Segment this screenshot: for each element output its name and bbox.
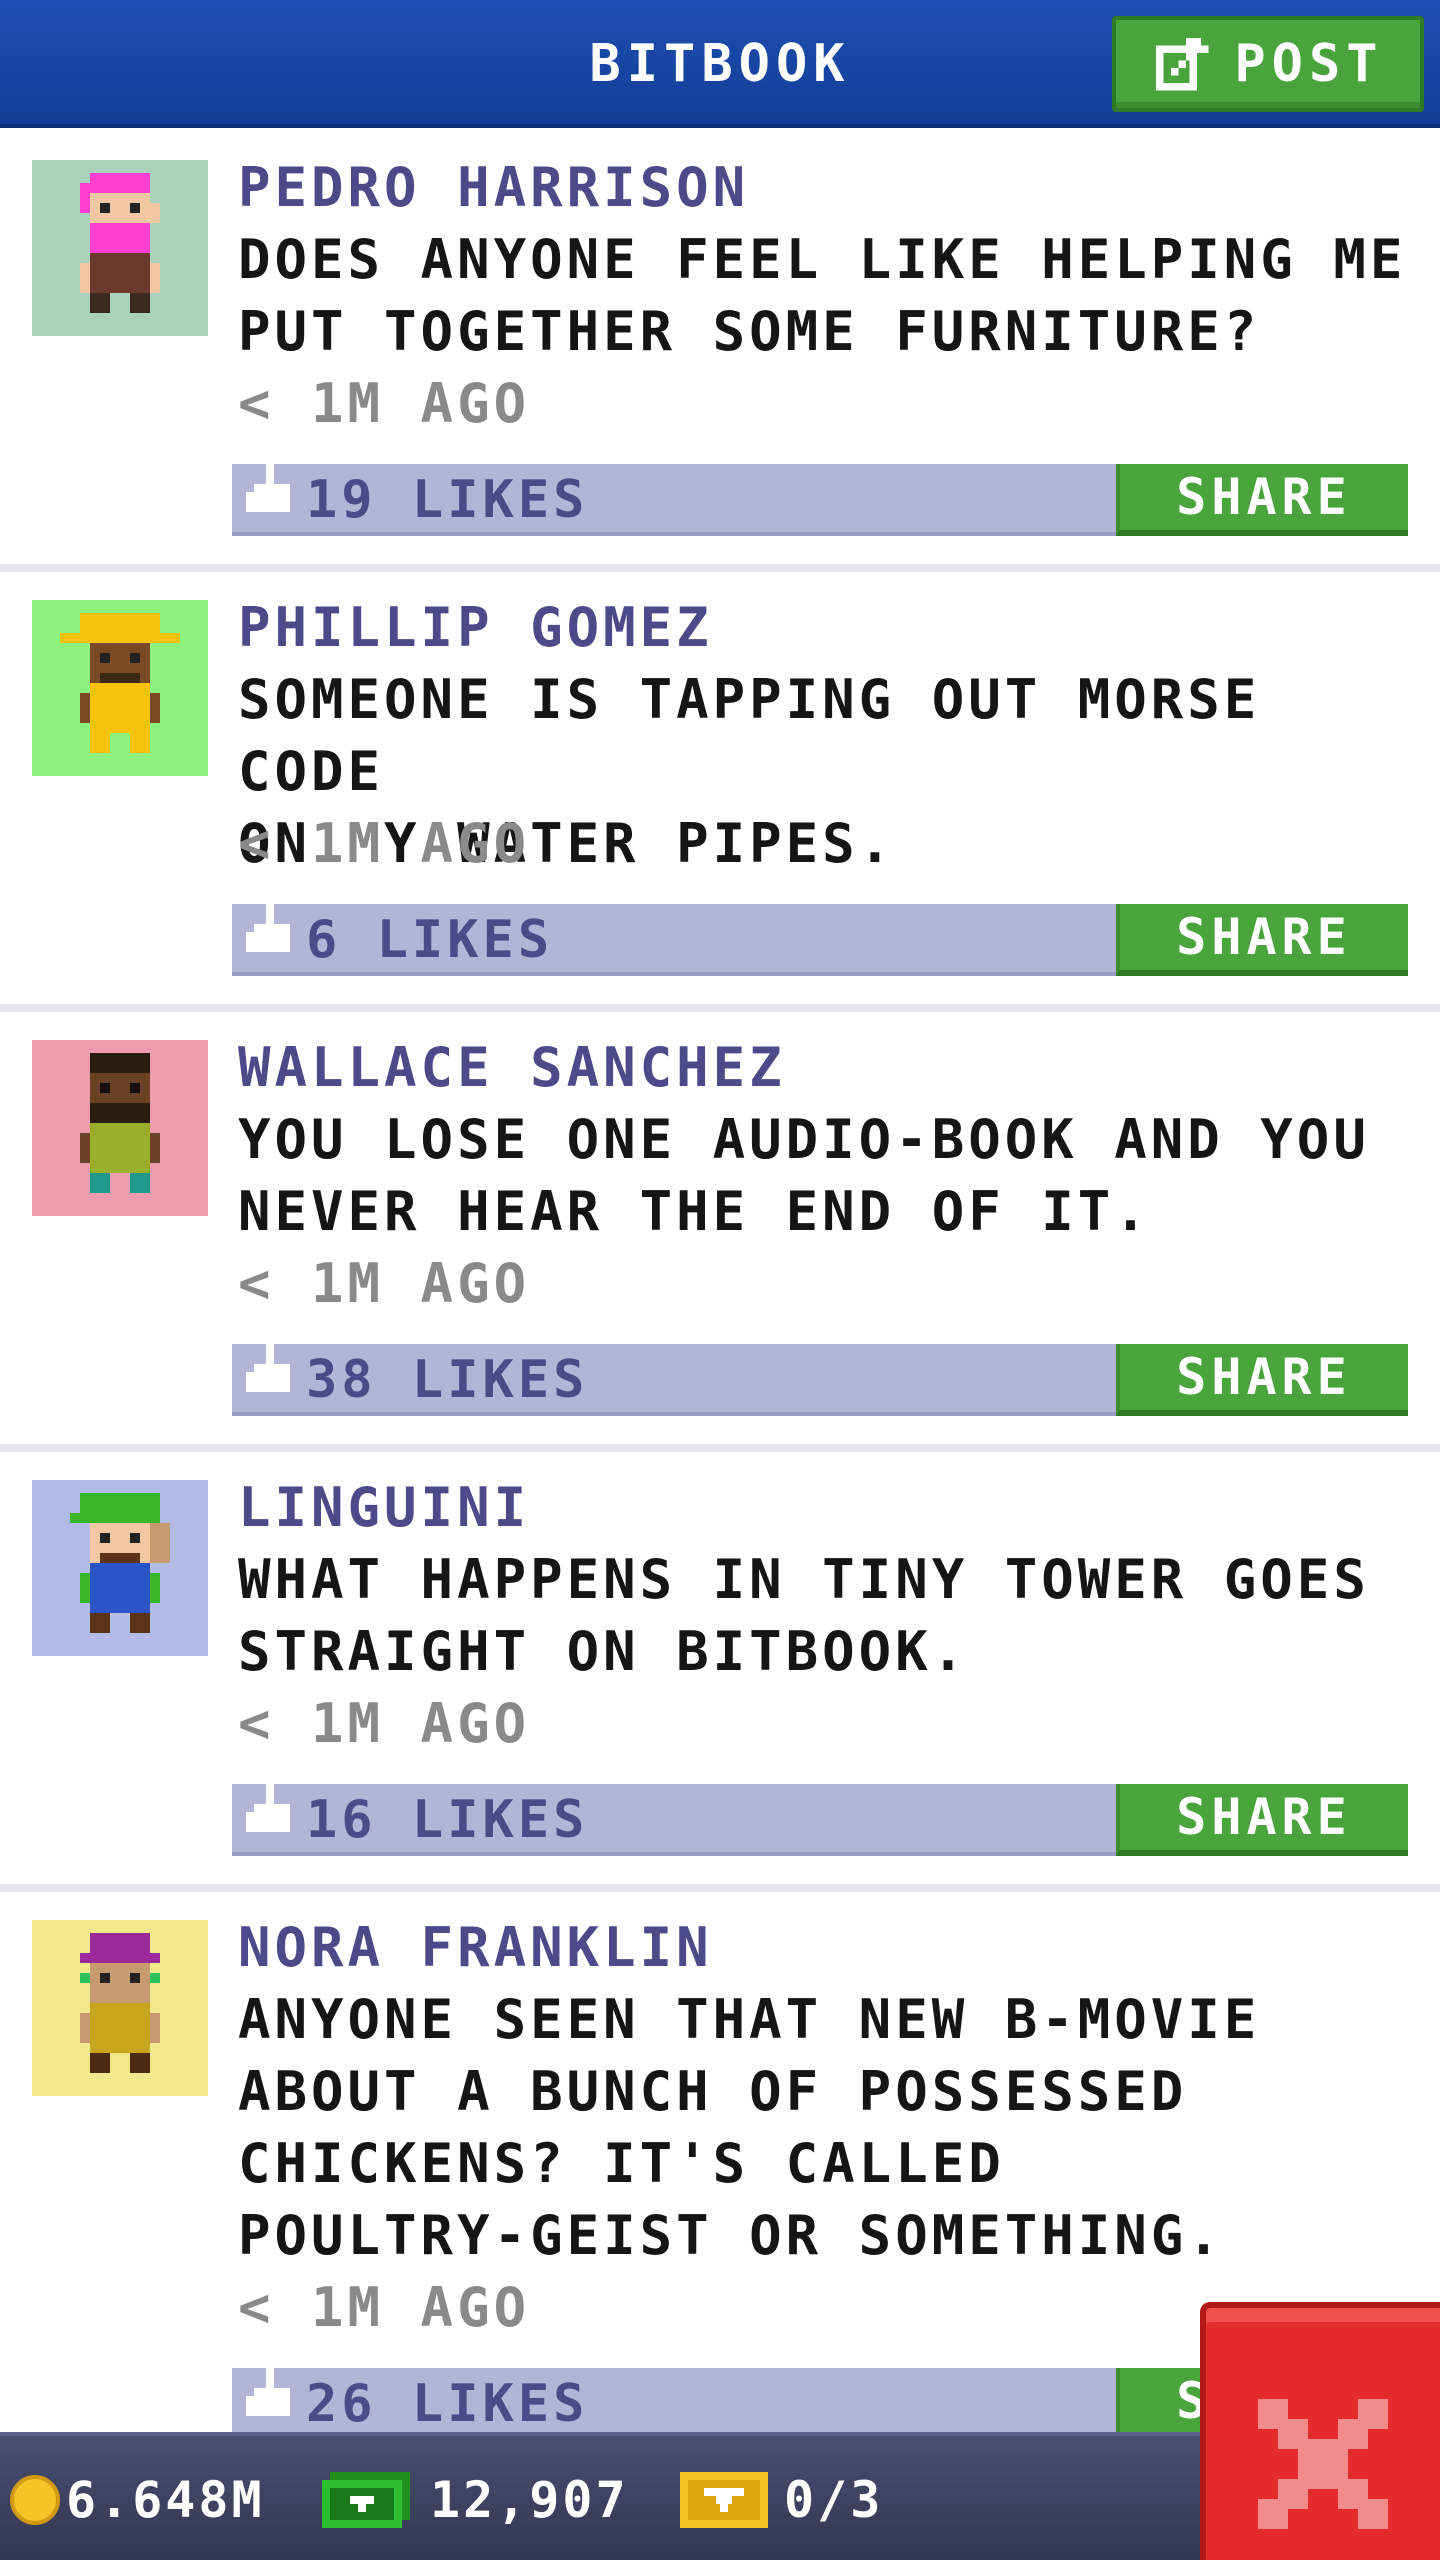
- like-bar[interactable]: 16 LIKES SHARE: [232, 1772, 1408, 1856]
- avatar[interactable]: [32, 1480, 208, 1656]
- post-timestamp: < 1M AGO: [238, 2276, 531, 2339]
- post-button[interactable]: POST: [1112, 16, 1424, 112]
- like-bar[interactable]: 19 LIKES SHARE: [232, 452, 1408, 536]
- avatar-nora-icon: [80, 1933, 160, 2073]
- share-button[interactable]: SHARE: [1116, 464, 1408, 536]
- avatar[interactable]: [32, 600, 208, 776]
- top-bar: BITBOOK POST: [0, 0, 1440, 128]
- post-author: NORA FRANKLIN: [238, 1916, 713, 1979]
- post-timestamp: < 1M AGO: [238, 372, 531, 435]
- avatar-linguini-icon: [70, 1493, 170, 1633]
- thumbs-up-icon: [246, 892, 290, 952]
- tickets-value: 0/3: [784, 2471, 884, 2529]
- thumbs-up-icon: [246, 1772, 290, 1832]
- like-count: 38 LIKES: [306, 1350, 589, 1410]
- share-button[interactable]: SHARE: [1116, 1344, 1408, 1416]
- like-count: 19 LIKES: [306, 470, 589, 530]
- thumbs-up-icon: [246, 2356, 290, 2416]
- compose-icon: [1156, 37, 1209, 91]
- coin-icon: [10, 2475, 60, 2525]
- like-bar[interactable]: 38 LIKES SHARE: [232, 1332, 1408, 1416]
- coins-value: 6.648M: [66, 2471, 265, 2529]
- post-timestamp: < 1M AGO: [238, 1692, 531, 1755]
- post-author: PHILLIP GOMEZ: [238, 596, 713, 659]
- post-text: DOES ANYONE FEEL LIKE HELPING ME PUT TOG…: [238, 228, 1407, 363]
- thumbs-up-icon: [246, 1332, 290, 1392]
- avatar[interactable]: [32, 160, 208, 336]
- coins-stat: 6.648M: [10, 2436, 265, 2560]
- feed-post: WALLACE SANCHEZ YOU LOSE ONE AUDIO-BOOK …: [0, 1012, 1440, 1452]
- avatar-wallace-icon: [80, 1053, 160, 1193]
- close-button[interactable]: [1200, 2302, 1440, 2560]
- post-author: WALLACE SANCHEZ: [238, 1036, 786, 1099]
- like-count: 16 LIKES: [306, 1790, 589, 1850]
- feed-post: PHILLIP GOMEZ SOMEONE IS TAPPING OUT MOR…: [0, 572, 1440, 1012]
- post-text: YOU LOSE ONE AUDIO-BOOK AND YOU NEVER HE…: [238, 1108, 1370, 1243]
- bitbook-feed[interactable]: PEDRO HARRISON DOES ANYONE FEEL LIKE HEL…: [0, 132, 1440, 2512]
- feed-post: PEDRO HARRISON DOES ANYONE FEEL LIKE HEL…: [0, 132, 1440, 572]
- tickets-stat[interactable]: 0/3: [680, 2436, 883, 2560]
- tower-bux-icon: [322, 2472, 410, 2528]
- bux-value: 12,907: [430, 2471, 629, 2529]
- post-timestamp: < 1M AGO: [238, 1252, 531, 1315]
- like-bar[interactable]: 6 LIKES SHARE: [232, 892, 1408, 976]
- post-text: ANYONE SEEN THAT NEW B-MOVIE ABOUT A BUN…: [238, 1988, 1261, 2267]
- close-icon: [1258, 2399, 1388, 2529]
- avatar[interactable]: [32, 1920, 208, 2096]
- post-author: LINGUINI: [238, 1476, 531, 1539]
- share-button[interactable]: SHARE: [1116, 1784, 1408, 1856]
- avatar[interactable]: [32, 1040, 208, 1216]
- like-count: 6 LIKES: [306, 910, 554, 970]
- post-author: PEDRO HARRISON: [238, 156, 750, 219]
- feed-post: LINGUINI WHAT HAPPENS IN TINY TOWER GOES…: [0, 1452, 1440, 1892]
- post-timestamp: < 1M AGO: [238, 812, 531, 875]
- post-text: WHAT HAPPENS IN TINY TOWER GOES STRAIGHT…: [238, 1548, 1370, 1683]
- bux-stat[interactable]: 12,907: [322, 2436, 629, 2560]
- post-label: POST: [1234, 34, 1384, 94]
- golden-ticket-icon: [680, 2472, 768, 2528]
- thumbs-up-icon: [246, 452, 290, 512]
- avatar-phillip-icon: [60, 613, 180, 753]
- avatar-pedro-icon: [80, 173, 160, 313]
- share-button[interactable]: SHARE: [1116, 904, 1408, 976]
- like-count: 26 LIKES: [306, 2374, 589, 2434]
